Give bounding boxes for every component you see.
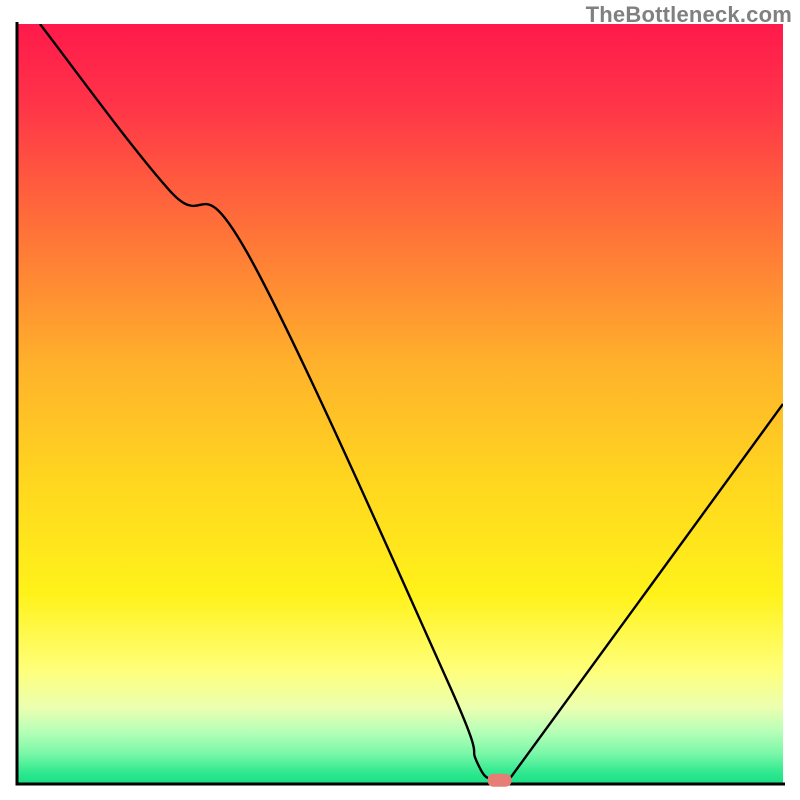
watermark-text: TheBottleneck.com	[586, 2, 792, 28]
optimal-marker	[488, 774, 512, 787]
bottleneck-chart	[0, 0, 800, 800]
chart-frame: TheBottleneck.com	[0, 0, 800, 800]
plot-background	[17, 24, 783, 784]
